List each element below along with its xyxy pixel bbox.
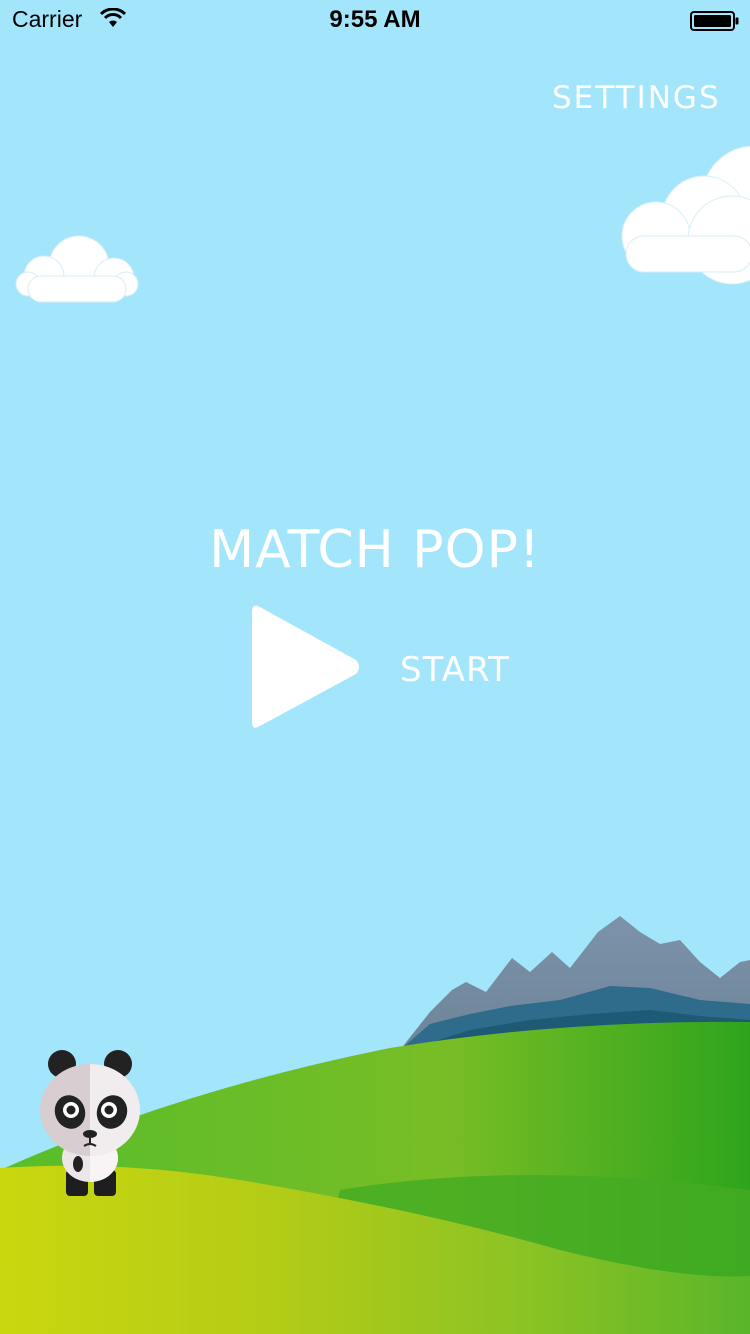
panda-mascot	[40, 1050, 140, 1196]
